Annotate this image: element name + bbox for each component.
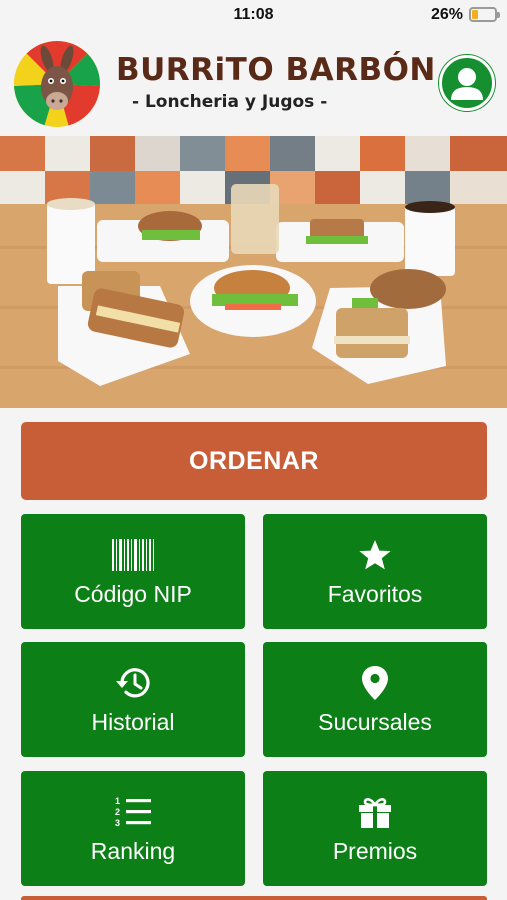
branches-label: Sucursales xyxy=(318,709,432,735)
app-header: BURRiTO BARBÓN - Loncheria y Jugos - xyxy=(0,30,507,136)
next-button-edge xyxy=(21,896,487,900)
svg-text:1: 1 xyxy=(115,796,120,806)
user-icon xyxy=(451,68,483,100)
nip-code-button[interactable]: Código NIP xyxy=(21,514,245,629)
ranking-label: Ranking xyxy=(90,838,176,864)
battery-icon xyxy=(469,7,500,22)
profile-button[interactable] xyxy=(439,55,495,111)
donkey-logo-icon xyxy=(14,41,100,127)
barcode-icon xyxy=(112,539,154,571)
sandwich-hero-image xyxy=(0,136,507,408)
location-pin-icon xyxy=(362,666,388,700)
status-bar: 11:08 26% xyxy=(0,0,507,30)
prizes-button[interactable]: Premios xyxy=(263,771,487,886)
history-label: Historial xyxy=(91,709,175,735)
prizes-label: Premios xyxy=(332,838,418,864)
svg-text:3: 3 xyxy=(115,818,120,828)
battery-percentage: 26% xyxy=(430,6,463,23)
ranked-list-icon: 1 2 3 xyxy=(115,796,151,828)
branches-button[interactable]: Sucursales xyxy=(263,642,487,757)
gift-icon xyxy=(359,798,391,828)
favorites-button[interactable]: Favoritos xyxy=(263,514,487,629)
nip-code-label: Código NIP xyxy=(74,581,192,607)
svg-text:2: 2 xyxy=(115,807,120,817)
history-icon xyxy=(116,668,150,698)
brand-title: BURRiTO BARBÓN xyxy=(116,52,436,88)
history-button[interactable]: Historial xyxy=(21,642,245,757)
brand-subtitle: - Loncheria y Jugos - xyxy=(132,92,328,112)
ranking-button[interactable]: 1 2 3 Ranking xyxy=(21,771,245,886)
star-icon xyxy=(359,540,391,570)
favorites-label: Favoritos xyxy=(327,581,423,607)
order-button[interactable]: ORDENAR xyxy=(21,422,487,500)
